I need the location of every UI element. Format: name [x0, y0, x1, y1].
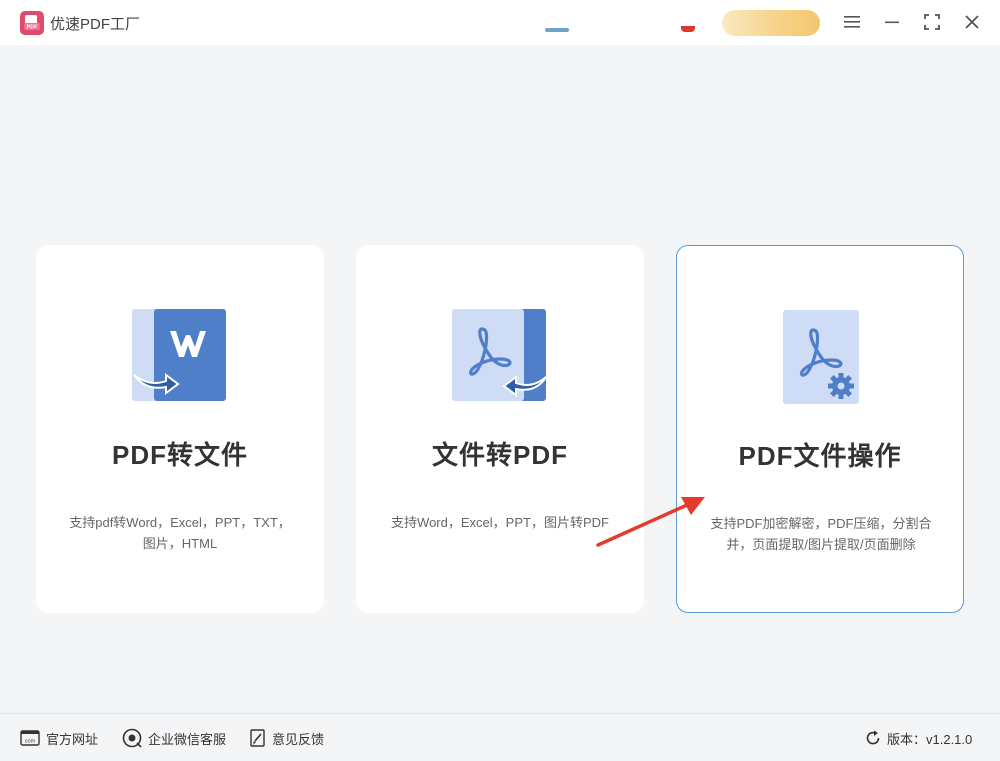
promo-banner[interactable]	[722, 10, 820, 36]
card-title: 文件转PDF	[431, 440, 568, 470]
feedback-label: 意见反馈	[272, 731, 325, 747]
app-title: 优速PDF工厂	[50, 16, 141, 33]
card-file-to-pdf[interactable]: 文件转PDF 支持Word，Excel，PPT，图片转PDF	[356, 245, 644, 613]
card-description: 支持Word，Excel，PPT，图片转PDF	[376, 512, 624, 533]
feedback-link[interactable]: 意见反馈	[250, 728, 324, 748]
file-to-pdf-icon	[452, 309, 547, 401]
close-button[interactable]	[959, 9, 985, 35]
card-description: 支持pdf转Word，Excel，PPT，TXT， 图片，HTML	[56, 512, 304, 554]
app-logo-icon: PDF	[20, 11, 44, 35]
card-pdf-to-file[interactable]: PDF转文件 支持pdf转Word，Excel，PPT，TXT， 图片，HTML	[36, 245, 324, 613]
website-icon: com	[20, 730, 40, 746]
refresh-icon	[866, 730, 880, 745]
maximize-button[interactable]	[919, 9, 945, 35]
minimize-button[interactable]	[879, 9, 905, 35]
card-description-line: 图片，HTML	[142, 536, 218, 551]
feedback-icon	[250, 729, 265, 747]
card-description: 支持PDF加密解密，PDF压缩，分割合 并，页面提取/图片提取/页面删除	[697, 513, 945, 555]
pdf-to-word-icon	[132, 309, 226, 401]
card-title: PDF文件操作	[738, 441, 902, 471]
promo-graphic	[545, 28, 569, 32]
wechat-service-icon	[122, 728, 142, 748]
close-icon	[965, 15, 979, 29]
version-label: 版本：v1.2.1.0	[887, 731, 973, 747]
hamburger-menu-icon	[844, 16, 860, 28]
footer-bar: com 官方网址 企业微信客服 意见反馈 版本：v1.2.1.0	[0, 713, 1000, 761]
card-title: PDF转文件	[111, 440, 248, 470]
wechat-service-label: 企业微信客服	[148, 731, 227, 747]
website-label: 官方网址	[46, 731, 99, 747]
title-bar: PDF 优速PDF工厂	[0, 0, 1000, 45]
card-description-line: 支持Word，Excel，PPT，图片转PDF	[391, 515, 609, 530]
maximize-icon	[924, 14, 940, 30]
card-description-line: 并，页面提取/图片提取/页面删除	[726, 537, 916, 552]
svg-text:PDF: PDF	[27, 25, 39, 31]
card-description-line: 支持pdf转Word，Excel，PPT，TXT，	[69, 515, 291, 530]
promo-graphic	[681, 26, 695, 32]
svg-text:com: com	[25, 739, 36, 745]
minimize-icon	[885, 21, 899, 24]
pdf-operations-icon	[783, 310, 859, 404]
version-info[interactable]: 版本：v1.2.1.0	[865, 728, 972, 748]
menu-button[interactable]	[839, 9, 865, 35]
card-pdf-operations[interactable]: PDF文件操作 支持PDF加密解密，PDF压缩，分割合 并，页面提取/图片提取/…	[676, 245, 964, 613]
card-description-line: 支持PDF加密解密，PDF压缩，分割合	[710, 516, 932, 531]
website-link[interactable]: com 官方网址	[20, 728, 98, 748]
wechat-service-link[interactable]: 企业微信客服	[122, 728, 226, 748]
